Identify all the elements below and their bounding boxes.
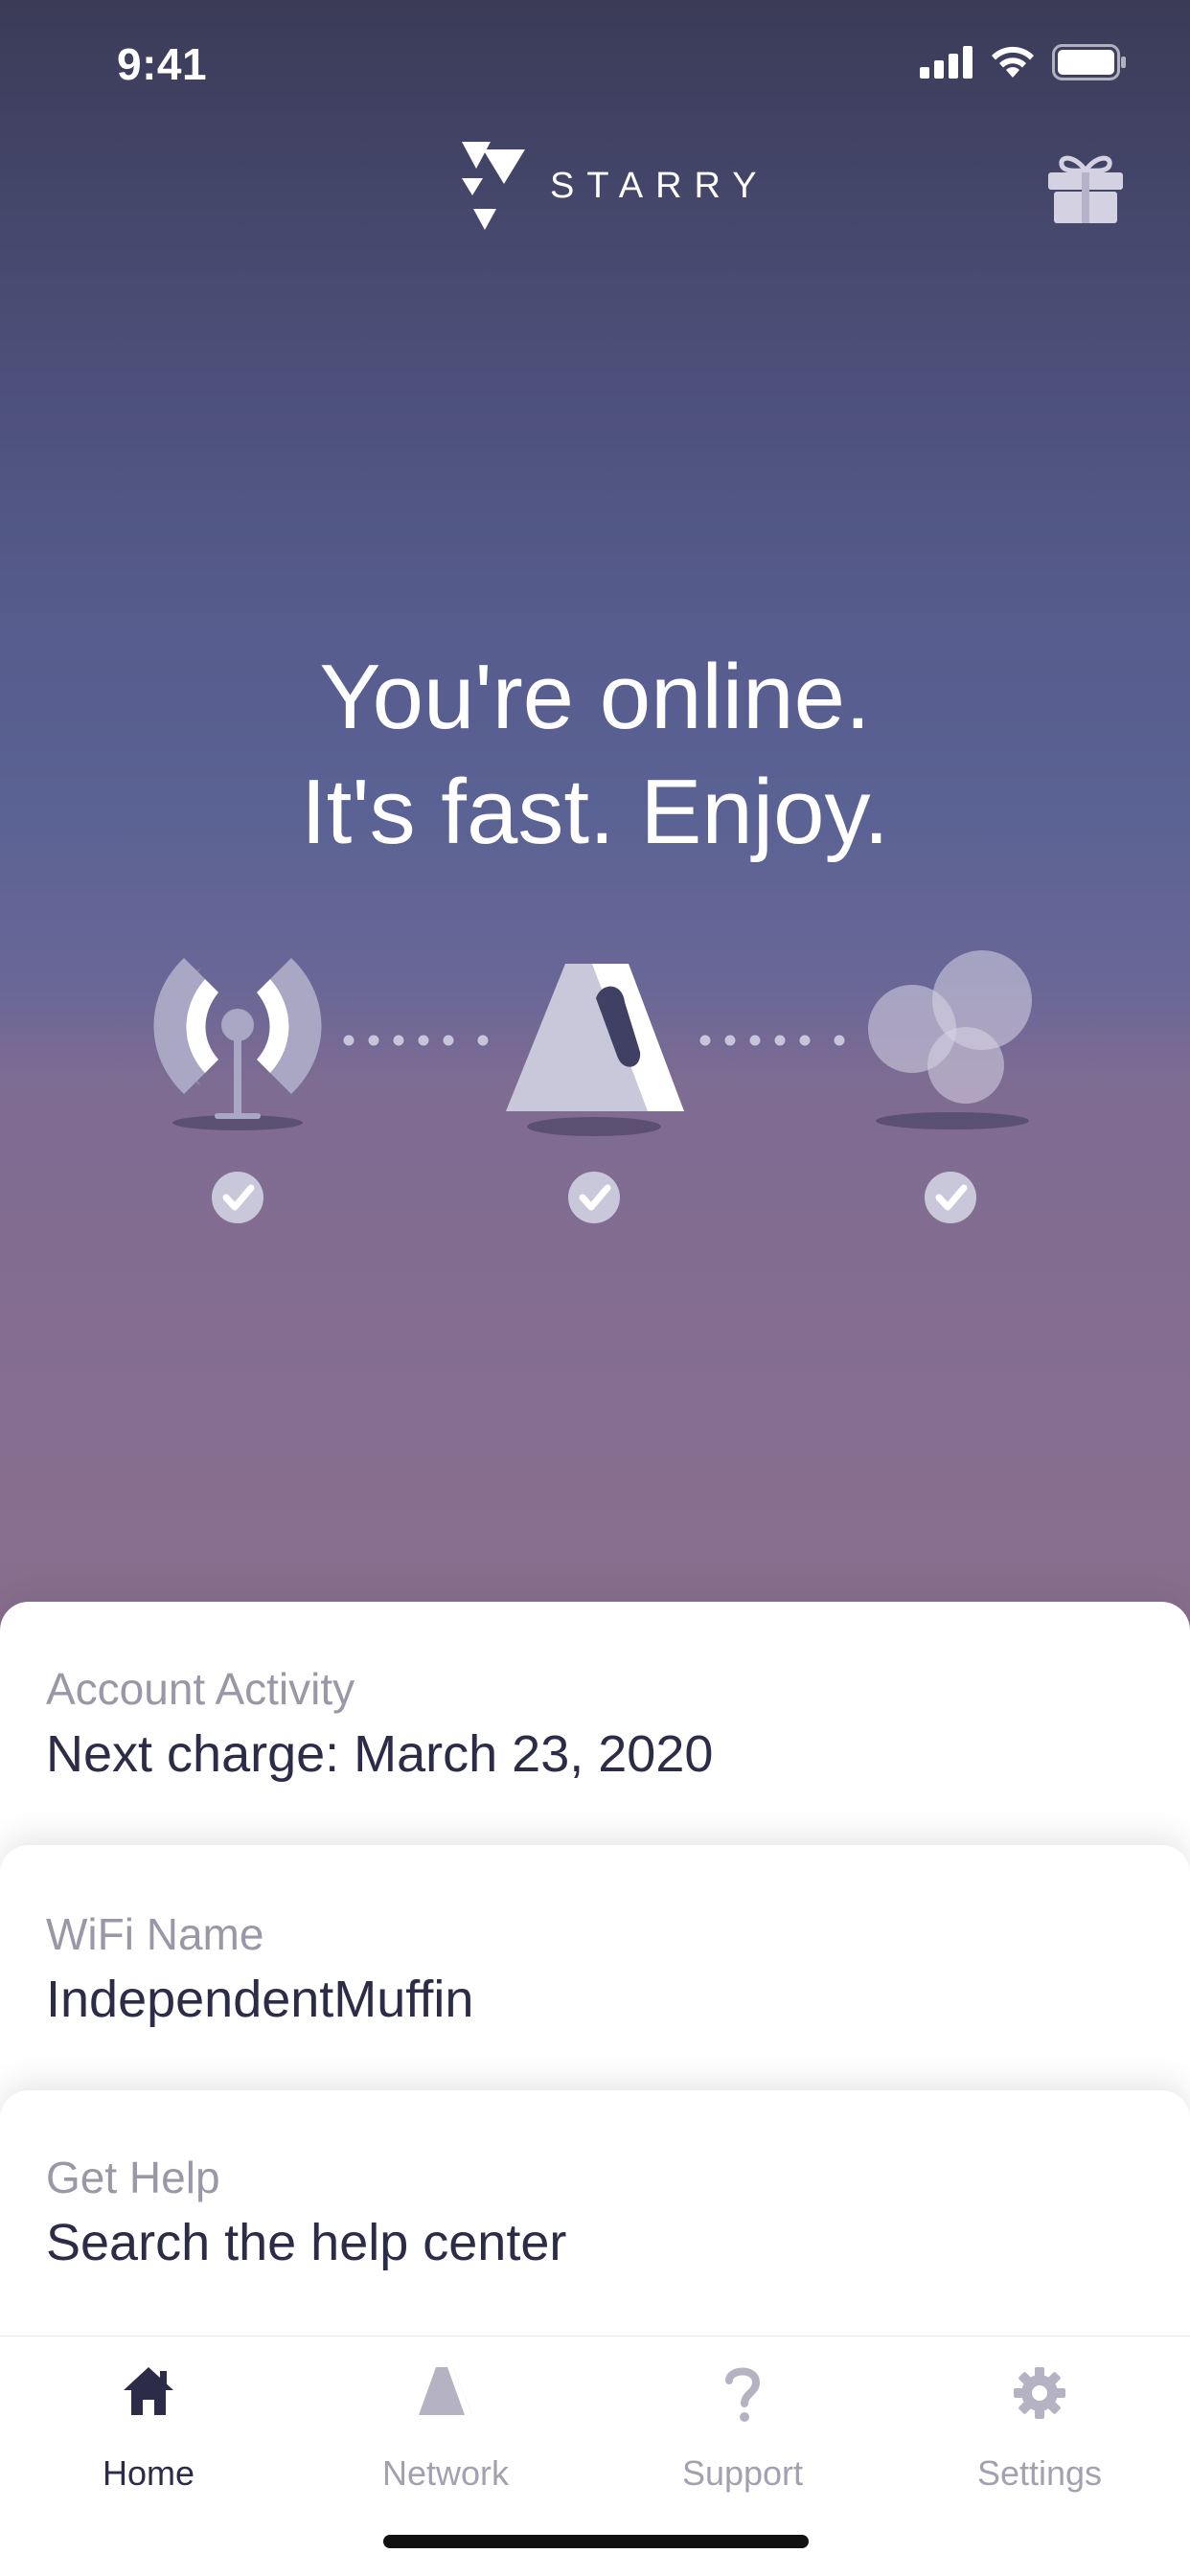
account-activity-label: Account Activity (46, 1664, 355, 1714)
starry-logo: STARRY (458, 140, 769, 232)
connector-dots-left (343, 1035, 489, 1046)
network-icon (419, 2367, 472, 2415)
station-shadow (527, 1117, 661, 1136)
tab-network[interactable]: Network (297, 2337, 594, 2519)
tab-support[interactable]: Support (594, 2337, 891, 2519)
wifi-name-label: WiFi Name (46, 1909, 264, 1959)
tab-settings-label: Settings (976, 2453, 1103, 2493)
cellular-signal-icon (920, 46, 973, 79)
devices-shadow (876, 1112, 1029, 1129)
wifi-icon (992, 46, 1034, 78)
tab-home[interactable]: Home (0, 2337, 297, 2519)
status-icons (920, 44, 1129, 80)
home-indicator (383, 2535, 809, 2548)
wifi-name-value: IndependentMuffin (46, 1971, 474, 2028)
devices-check-icon (925, 1172, 976, 1223)
status-time: 9:41 (117, 39, 208, 89)
get-help-card[interactable]: Get Help Search the help center (0, 2090, 1190, 2378)
next-charge-value: Next charge: March 23, 2020 (46, 1725, 714, 1783)
hero-section: 9:41 STARRY You're online. It's fast. En… (0, 0, 1190, 1648)
tab-settings[interactable]: Settings (891, 2337, 1188, 2519)
tab-home-label: Home (102, 2453, 195, 2493)
tower-icon (153, 958, 322, 1119)
starry-station-icon (506, 964, 684, 1111)
starry-logo-icon (462, 142, 525, 230)
connector-dots-right (699, 1035, 845, 1046)
help-center-search-link: Search the help center (46, 2214, 567, 2271)
tab-network-label: Network (381, 2453, 510, 2493)
network-status-diagram (153, 950, 1032, 1223)
headline-line-1: You're online. (319, 646, 871, 748)
support-icon (725, 2367, 761, 2422)
tab-support-label: Support (681, 2453, 804, 2493)
gift-icon (1048, 155, 1123, 223)
home-icon (124, 2367, 173, 2415)
station-check-icon (568, 1172, 620, 1223)
wifi-name-card[interactable]: WiFi Name IndependentMuffin (0, 1845, 1190, 2132)
logo-text: STARRY (550, 165, 769, 206)
status-headline: You're online. It's fast. Enjoy. (0, 640, 1190, 870)
settings-icon (1014, 2367, 1065, 2419)
headline-line-2: It's fast. Enjoy. (300, 761, 890, 863)
devices-icon (868, 950, 1032, 1104)
battery-icon (1052, 44, 1126, 80)
tower-check-icon (212, 1172, 263, 1223)
get-help-label: Get Help (46, 2153, 220, 2202)
gift-button[interactable] (1046, 151, 1125, 229)
